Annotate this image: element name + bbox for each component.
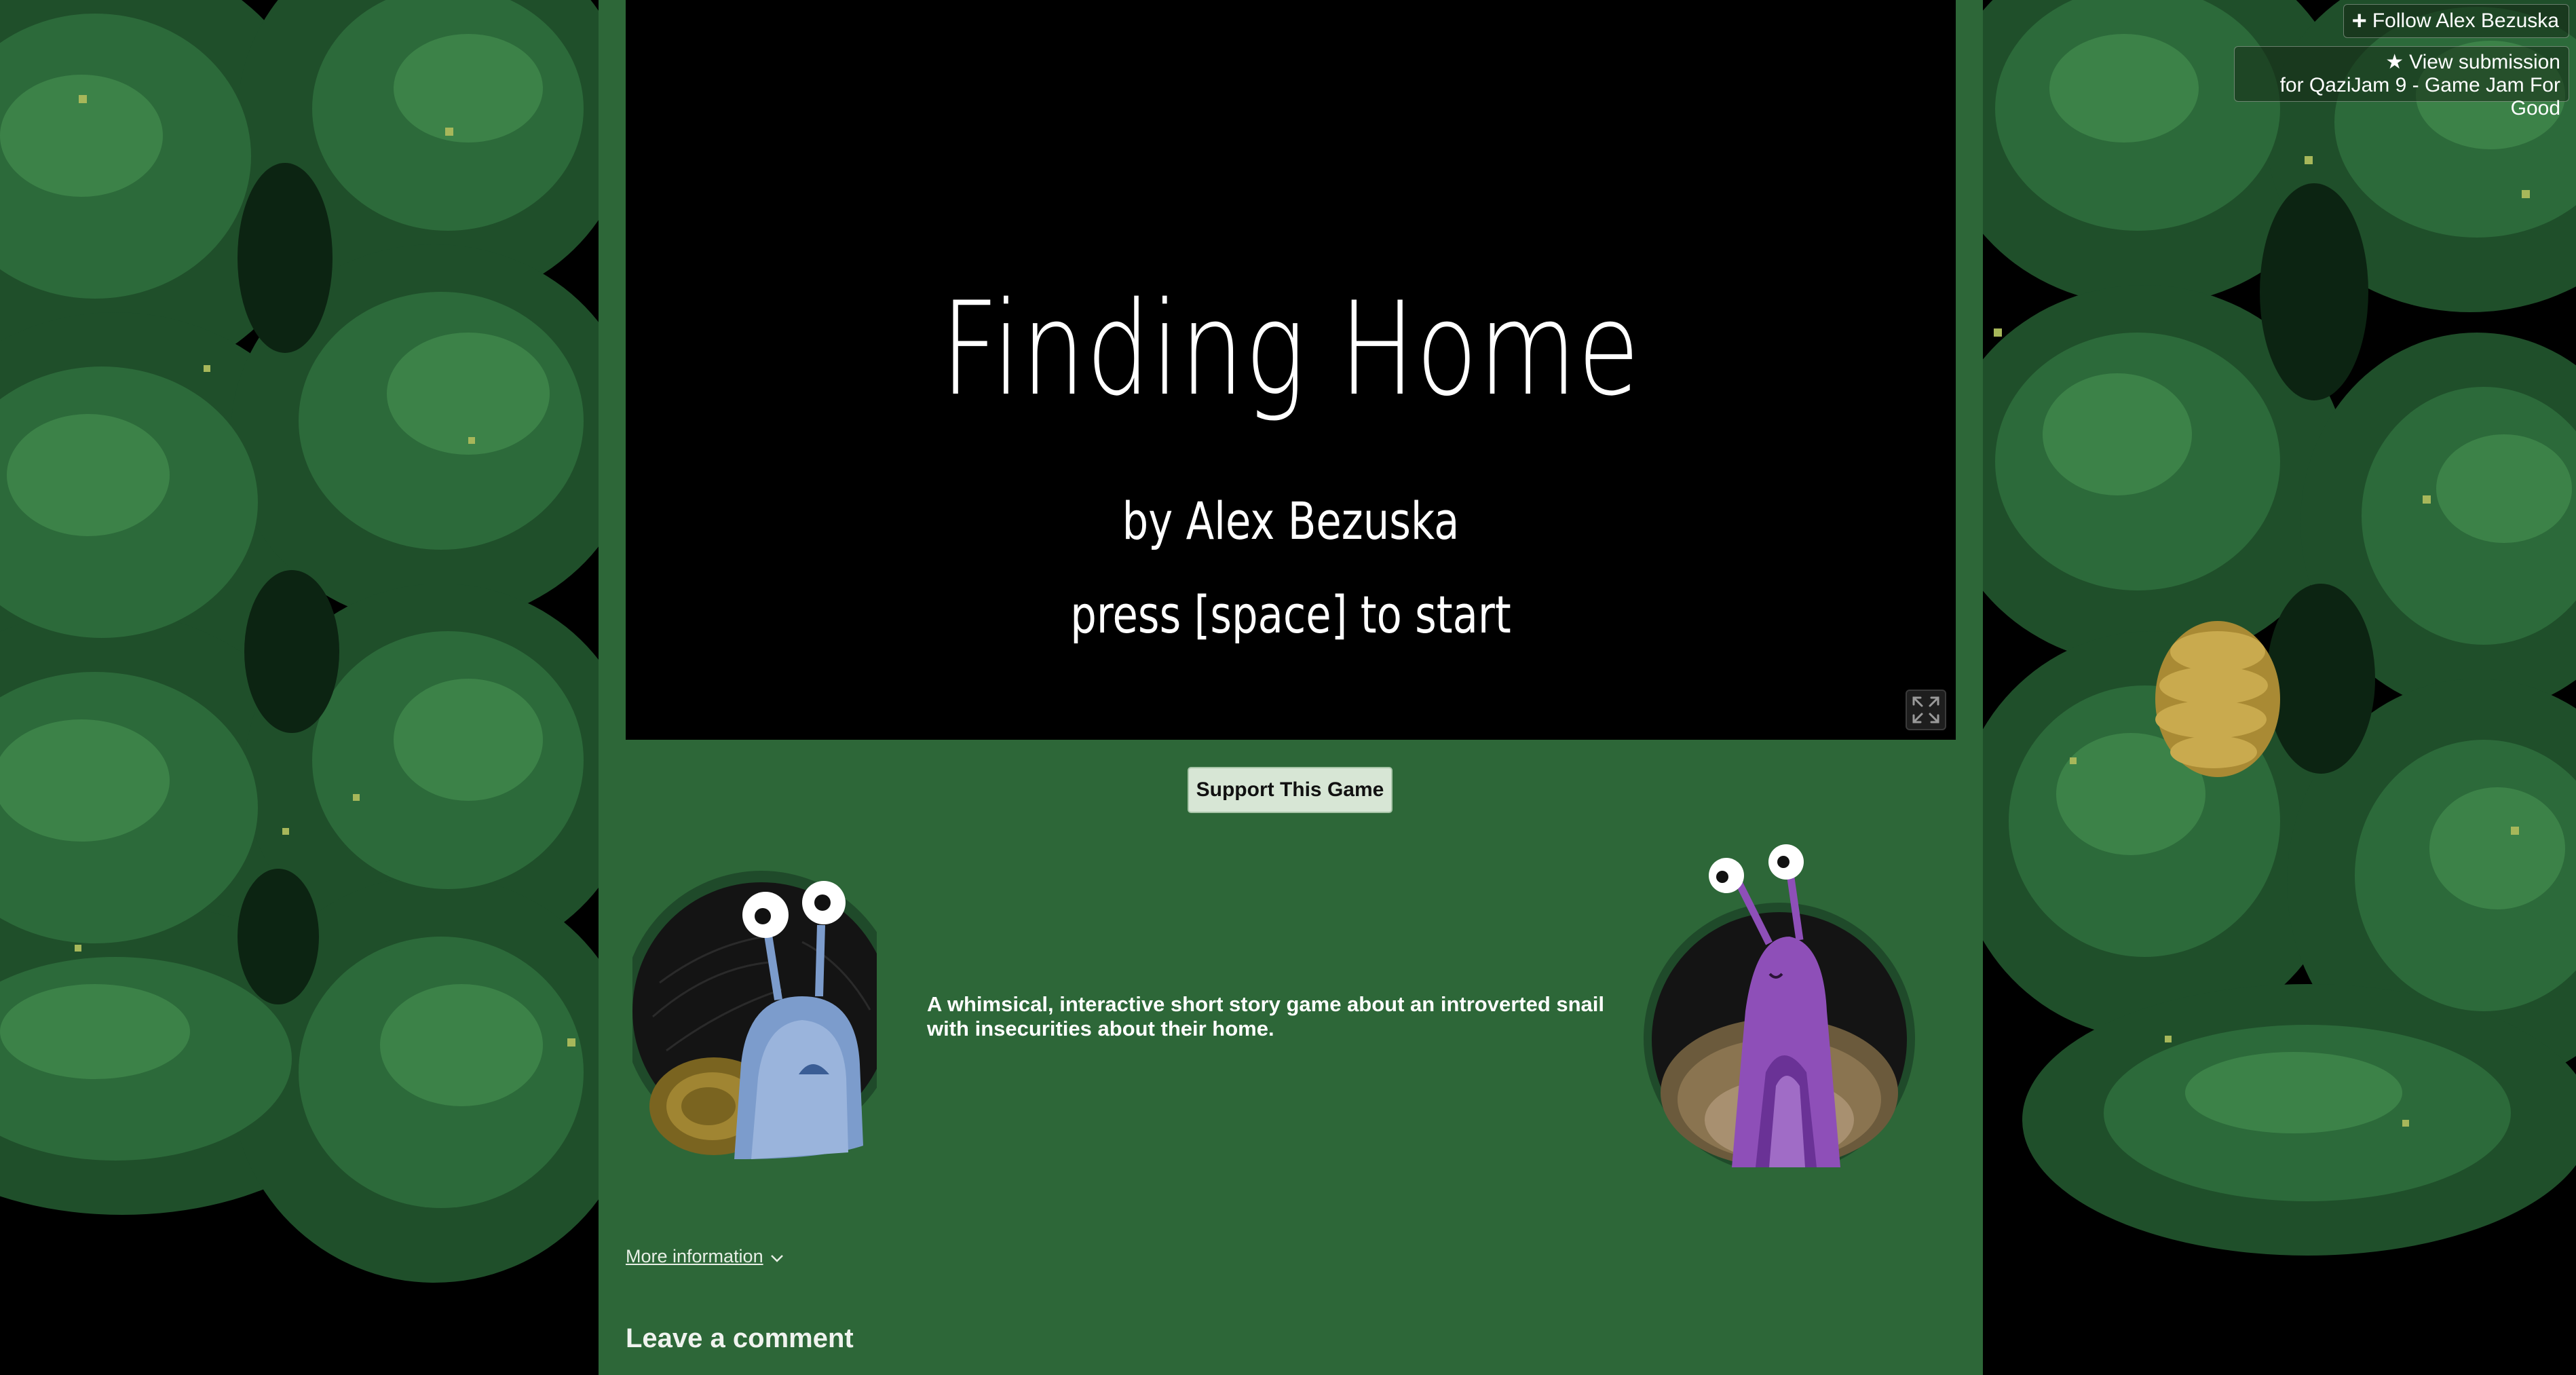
game-description: A whimsical, interactive short story gam… [927,992,1605,1040]
fullscreen-button[interactable] [1906,690,1946,730]
blue-snail-image [632,871,877,1159]
fullscreen-icon [1912,696,1939,723]
cocoon-decoration [2155,621,2280,777]
game-page-column: Finding Home by Alex Bezuska press [spac… [599,0,1983,1375]
more-information-toggle[interactable]: More information [626,1246,784,1267]
support-game-button[interactable]: Support This Game [1188,767,1393,813]
game-title: Finding Home [941,274,1641,424]
game-start-prompt: press [space] to start [1070,584,1511,645]
chevron-down-icon [770,1246,784,1267]
follow-label: Follow Alex Bezuska [2372,10,2559,32]
star-icon: ★ [2385,51,2404,73]
plus-icon: + [2351,7,2367,35]
purple-snail-image [1644,844,1915,1167]
follow-author-button[interactable]: + Follow Alex Bezuska [2343,4,2569,38]
leave-comment-heading: Leave a comment [626,1323,854,1353]
view-submission-button[interactable]: ★ View submission for QaziJam 9 - Game Ja… [2234,46,2569,119]
game-embed-frame[interactable]: Finding Home by Alex Bezuska press [spac… [626,0,1956,740]
submission-jam-name: for QaziJam 9 - Game Jam For Good [2279,74,2560,119]
submission-label: View submission [2409,51,2560,73]
more-information-label: More information [626,1246,763,1266]
game-author-line: by Alex Bezuska [1122,491,1460,551]
